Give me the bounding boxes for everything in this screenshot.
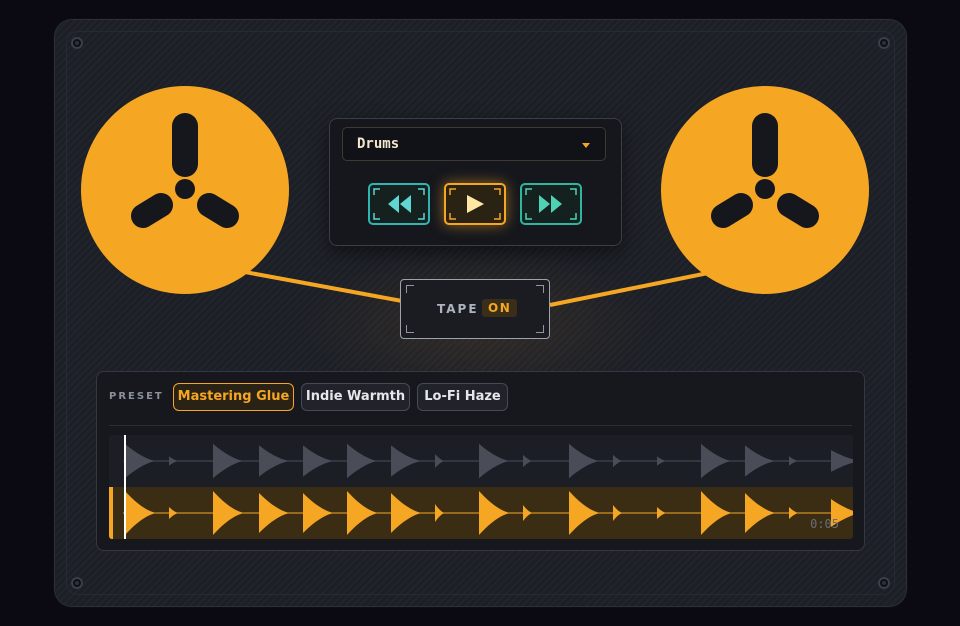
tape-state-badge: ON xyxy=(482,299,518,317)
transport-panel: Drums xyxy=(329,118,622,246)
waveform-original xyxy=(123,443,853,479)
reel-right-icon[interactable] xyxy=(661,86,869,294)
waveform-display[interactable]: 0:05 xyxy=(109,435,853,539)
preset-label: PRESET xyxy=(109,391,164,402)
tape-toggle[interactable]: TAPE ON xyxy=(400,279,550,339)
tape-label: TAPE xyxy=(437,302,479,316)
panel-divider xyxy=(109,425,852,426)
time-readout: 0:05 xyxy=(810,517,839,531)
play-icon xyxy=(449,188,501,220)
reel-left-icon[interactable] xyxy=(81,86,289,294)
fast-forward-button[interactable] xyxy=(520,183,582,225)
rewind-button[interactable] xyxy=(368,183,430,225)
preset-waveform-panel: PRESET Mastering Glue Indie Warmth Lo-Fi… xyxy=(96,371,865,551)
preset-chip-indie-warmth[interactable]: Indie Warmth xyxy=(301,383,410,411)
playhead[interactable] xyxy=(124,435,126,539)
track-select-value: Drums xyxy=(357,136,400,152)
dropdown-caret-icon xyxy=(582,143,590,148)
play-button[interactable] xyxy=(444,183,506,225)
rewind-icon xyxy=(373,188,425,220)
region-marker xyxy=(109,487,113,539)
preset-chip-mastering-glue[interactable]: Mastering Glue xyxy=(173,383,294,411)
track-select-dropdown[interactable]: Drums xyxy=(342,127,606,161)
preset-chip-lo-fi-haze[interactable]: Lo-Fi Haze xyxy=(417,383,508,411)
fast-forward-icon xyxy=(525,188,577,220)
